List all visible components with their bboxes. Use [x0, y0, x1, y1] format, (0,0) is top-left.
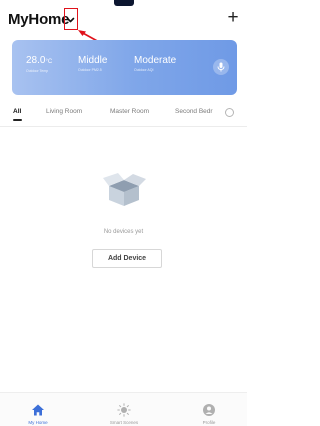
home-icon — [32, 404, 44, 416]
empty-box-icon — [103, 173, 146, 206]
weather-temp: 28.0°C Outdoor Temp — [26, 55, 52, 74]
header: MyHome + — [0, 8, 247, 34]
sun-icon — [117, 403, 131, 417]
annotation-highlight-box — [64, 8, 78, 30]
nav-my-home-label: My Home — [28, 420, 48, 425]
empty-state-message: No devices yet — [103, 229, 144, 235]
tab-living-room[interactable]: Living Room — [46, 108, 82, 115]
home-selector-title[interactable]: MyHome — [8, 11, 70, 28]
tab-active-indicator — [13, 119, 22, 121]
weather-aqi-value: Moderate — [134, 55, 177, 66]
tabs-divider — [0, 126, 247, 127]
room-tabs: All Living Room Master Room Second Bedr — [0, 108, 247, 124]
nav-my-home[interactable]: My Home — [8, 393, 68, 426]
weather-temp-value: 28.0 — [26, 55, 46, 66]
nav-profile-label: Profile — [202, 420, 216, 425]
profile-icon — [203, 404, 215, 416]
weather-aqi: Moderate Outdoor AQI — [134, 55, 176, 73]
weather-aqi-label: Outdoor AQI — [134, 68, 154, 72]
weather-pm25-value: Middle — [78, 55, 108, 66]
tab-master-room[interactable]: Master Room — [110, 108, 149, 115]
add-device-button[interactable]: Add Device — [92, 249, 162, 268]
bottom-nav: My Home Smart Scenes Profile — [0, 392, 247, 426]
weather-temp-label: Outdoor Temp — [26, 69, 49, 73]
room-manage-icon[interactable] — [225, 108, 234, 117]
voice-button[interactable] — [213, 59, 229, 75]
nav-smart-scenes-label: Smart Scenes — [109, 420, 139, 425]
weather-pm25-label: Outdoor PM2.5 — [78, 68, 102, 72]
weather-temp-unit: °C — [45, 59, 53, 65]
status-bar — [0, 0, 247, 8]
add-button[interactable]: + — [225, 8, 241, 27]
nav-profile[interactable]: Profile — [179, 393, 239, 426]
tab-second-bedroom[interactable]: Second Bedr — [175, 108, 217, 115]
status-bar-notch — [114, 0, 134, 6]
microphone-icon — [217, 62, 225, 72]
nav-smart-scenes[interactable]: Smart Scenes — [94, 393, 154, 426]
weather-pm25: Middle Outdoor PM2.5 — [78, 55, 107, 73]
weather-card[interactable]: 28.0°C Outdoor Temp Middle Outdoor PM2.5… — [12, 40, 237, 95]
tab-all[interactable]: All — [13, 108, 21, 115]
